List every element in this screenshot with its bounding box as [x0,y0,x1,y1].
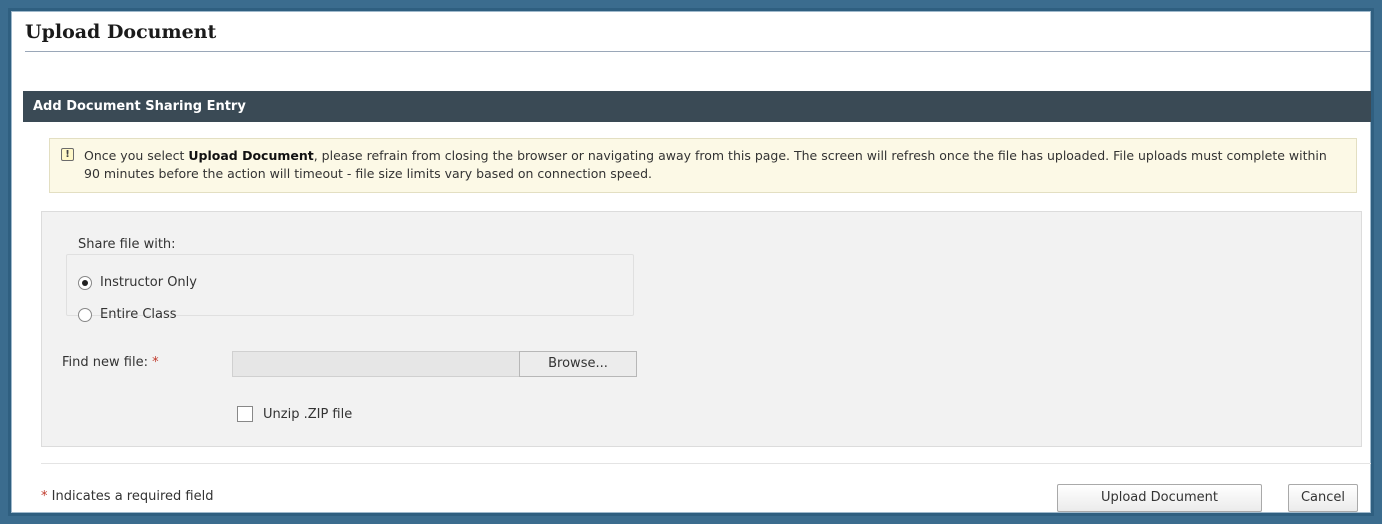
upload-notice: ! Once you select Upload Document, pleas… [49,138,1357,193]
radio-entire-class-label: Entire Class [100,307,177,322]
radio-entire-class[interactable] [78,308,92,322]
upload-document-window: Upload Document Add Document Sharing Ent… [8,8,1374,516]
section-header: Add Document Sharing Entry [23,91,1371,122]
form-panel: Share file with: Instructor Only Entire … [41,211,1362,447]
file-path-field[interactable] [232,351,520,377]
unzip-checkbox[interactable] [237,406,253,422]
notice-text-bold: Upload Document [188,148,314,163]
title-divider [25,51,1371,52]
info-note-icon: ! [61,148,74,161]
unzip-checkbox-label: Unzip .ZIP file [263,407,353,422]
find-file-label-text: Find new file: [62,355,148,370]
cancel-button[interactable]: Cancel [1288,484,1358,512]
required-field-note: * Indicates a required field [41,489,213,504]
page-title: Upload Document [25,21,217,43]
browse-button[interactable]: Browse... [519,351,637,377]
upload-document-button[interactable]: Upload Document [1057,484,1262,512]
required-asterisk: * [152,355,159,370]
footer-divider [41,463,1371,464]
required-field-note-text: Indicates a required field [51,489,214,504]
find-file-label: Find new file: * [62,355,159,370]
notice-text-before: Once you select [84,148,189,163]
required-asterisk: * [41,489,48,504]
radio-instructor-only[interactable] [78,276,92,290]
radio-instructor-only-label: Instructor Only [100,275,197,290]
share-file-label: Share file with: [78,237,176,252]
